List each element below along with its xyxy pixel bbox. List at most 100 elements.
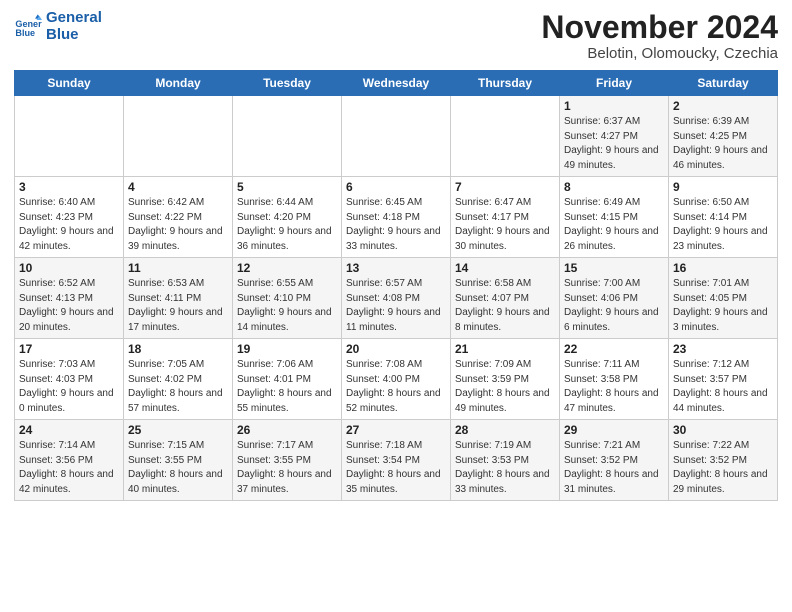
- calendar-cell: 28 Sunrise: 7:19 AM Sunset: 3:53 PM Dayli…: [451, 420, 560, 501]
- calendar-cell: 26 Sunrise: 7:17 AM Sunset: 3:55 PM Dayli…: [233, 420, 342, 501]
- calendar-cell: 21 Sunrise: 7:09 AM Sunset: 3:59 PM Dayli…: [451, 339, 560, 420]
- day-number: 19: [237, 342, 337, 356]
- day-number: 3: [19, 180, 119, 194]
- calendar-week-row: 1Sunrise: 6:37 AM Sunset: 4:27 PM Daylig…: [15, 96, 778, 177]
- calendar-week-row: 10Sunrise: 6:52 AM Sunset: 4:13 PM Dayli…: [15, 258, 778, 339]
- day-info: Sunrise: 7:01 AM Sunset: 4:05 PM Dayligh…: [673, 277, 773, 335]
- calendar-cell: 8 Sunrise: 6:49 AM Sunset: 4:15 PM Daylig…: [560, 177, 669, 258]
- calendar-cell: [124, 96, 233, 177]
- calendar-cell: 1Sunrise: 6:37 AM Sunset: 4:27 PM Daylig…: [560, 96, 669, 177]
- title-area: November 2024 Belotin, Olomoucky, Czechi…: [541, 10, 778, 62]
- calendar-cell: 25 Sunrise: 7:15 AM Sunset: 3:55 PM Dayli…: [124, 420, 233, 501]
- calendar-cell: [451, 96, 560, 177]
- calendar-week-row: 24Sunrise: 7:14 AM Sunset: 3:56 PM Dayli…: [15, 420, 778, 501]
- weekday-header-wednesday: Wednesday: [342, 71, 451, 96]
- day-info: Sunrise: 6:42 AM Sunset: 4:22 PM Dayligh…: [128, 196, 228, 254]
- day-number: 25: [128, 423, 228, 437]
- day-number: 20: [346, 342, 446, 356]
- calendar-cell: 6 Sunrise: 6:45 AM Sunset: 4:18 PM Daylig…: [342, 177, 451, 258]
- calendar-cell: 7 Sunrise: 6:47 AM Sunset: 4:17 PM Daylig…: [451, 177, 560, 258]
- day-info: Sunrise: 7:08 AM Sunset: 4:00 PM Dayligh…: [346, 358, 446, 416]
- day-number: 8: [564, 180, 664, 194]
- day-number: 4: [128, 180, 228, 194]
- day-number: 9: [673, 180, 773, 194]
- calendar-cell: 10Sunrise: 6:52 AM Sunset: 4:13 PM Dayli…: [15, 258, 124, 339]
- day-info: Sunrise: 6:55 AM Sunset: 4:10 PM Dayligh…: [237, 277, 337, 335]
- weekday-header-row: SundayMondayTuesdayWednesdayThursdayFrid…: [15, 71, 778, 96]
- day-info: Sunrise: 6:45 AM Sunset: 4:18 PM Dayligh…: [346, 196, 446, 254]
- calendar-cell: 17 Sunrise: 7:03 AM Sunset: 4:03 PM Dayli…: [15, 339, 124, 420]
- day-number: 2: [673, 99, 773, 113]
- day-number: 6: [346, 180, 446, 194]
- day-number: 26: [237, 423, 337, 437]
- day-info: Sunrise: 6:40 AM Sunset: 4:23 PM Dayligh…: [19, 196, 119, 254]
- calendar-cell: [342, 96, 451, 177]
- day-info: Sunrise: 7:15 AM Sunset: 3:55 PM Dayligh…: [128, 439, 228, 497]
- calendar-cell: [15, 96, 124, 177]
- day-info: Sunrise: 7:19 AM Sunset: 3:53 PM Dayligh…: [455, 439, 555, 497]
- day-info: Sunrise: 7:21 AM Sunset: 3:52 PM Dayligh…: [564, 439, 664, 497]
- calendar-subtitle: Belotin, Olomoucky, Czechia: [541, 45, 778, 62]
- day-info: Sunrise: 6:53 AM Sunset: 4:11 PM Dayligh…: [128, 277, 228, 335]
- day-info: Sunrise: 6:57 AM Sunset: 4:08 PM Dayligh…: [346, 277, 446, 335]
- day-info: Sunrise: 7:06 AM Sunset: 4:01 PM Dayligh…: [237, 358, 337, 416]
- calendar-cell: 13 Sunrise: 6:57 AM Sunset: 4:08 PM Dayli…: [342, 258, 451, 339]
- logo-line2: Blue: [46, 27, 102, 44]
- day-number: 7: [455, 180, 555, 194]
- calendar-cell: [233, 96, 342, 177]
- calendar-cell: 4 Sunrise: 6:42 AM Sunset: 4:22 PM Daylig…: [124, 177, 233, 258]
- day-info: Sunrise: 7:17 AM Sunset: 3:55 PM Dayligh…: [237, 439, 337, 497]
- calendar-cell: 11 Sunrise: 6:53 AM Sunset: 4:11 PM Dayli…: [124, 258, 233, 339]
- header: General Blue General Blue November 2024 …: [14, 10, 778, 62]
- day-number: 16: [673, 261, 773, 275]
- calendar-cell: 19 Sunrise: 7:06 AM Sunset: 4:01 PM Dayli…: [233, 339, 342, 420]
- weekday-header-saturday: Saturday: [669, 71, 778, 96]
- day-info: Sunrise: 6:49 AM Sunset: 4:15 PM Dayligh…: [564, 196, 664, 254]
- calendar-title: November 2024: [541, 10, 778, 45]
- svg-text:Blue: Blue: [15, 28, 35, 38]
- weekday-header-thursday: Thursday: [451, 71, 560, 96]
- day-info: Sunrise: 7:09 AM Sunset: 3:59 PM Dayligh…: [455, 358, 555, 416]
- weekday-header-monday: Monday: [124, 71, 233, 96]
- day-number: 5: [237, 180, 337, 194]
- calendar-cell: 2 Sunrise: 6:39 AM Sunset: 4:25 PM Daylig…: [669, 96, 778, 177]
- day-number: 17: [19, 342, 119, 356]
- logo-icon: General Blue: [14, 13, 42, 41]
- calendar-cell: 5 Sunrise: 6:44 AM Sunset: 4:20 PM Daylig…: [233, 177, 342, 258]
- calendar-week-row: 3 Sunrise: 6:40 AM Sunset: 4:23 PM Daylig…: [15, 177, 778, 258]
- calendar-cell: 12Sunrise: 6:55 AM Sunset: 4:10 PM Dayli…: [233, 258, 342, 339]
- calendar-table: SundayMondayTuesdayWednesdayThursdayFrid…: [14, 70, 778, 501]
- day-number: 13: [346, 261, 446, 275]
- day-info: Sunrise: 6:37 AM Sunset: 4:27 PM Dayligh…: [564, 115, 664, 173]
- calendar-cell: 20 Sunrise: 7:08 AM Sunset: 4:00 PM Dayli…: [342, 339, 451, 420]
- day-info: Sunrise: 7:18 AM Sunset: 3:54 PM Dayligh…: [346, 439, 446, 497]
- logo: General Blue General Blue: [14, 10, 102, 43]
- day-info: Sunrise: 7:03 AM Sunset: 4:03 PM Dayligh…: [19, 358, 119, 416]
- weekday-header-tuesday: Tuesday: [233, 71, 342, 96]
- page-container: General Blue General Blue November 2024 …: [0, 0, 792, 511]
- day-info: Sunrise: 7:05 AM Sunset: 4:02 PM Dayligh…: [128, 358, 228, 416]
- day-number: 30: [673, 423, 773, 437]
- calendar-cell: 27 Sunrise: 7:18 AM Sunset: 3:54 PM Dayli…: [342, 420, 451, 501]
- day-info: Sunrise: 6:44 AM Sunset: 4:20 PM Dayligh…: [237, 196, 337, 254]
- calendar-cell: 30 Sunrise: 7:22 AM Sunset: 3:52 PM Dayli…: [669, 420, 778, 501]
- day-number: 22: [564, 342, 664, 356]
- calendar-cell: 18Sunrise: 7:05 AM Sunset: 4:02 PM Dayli…: [124, 339, 233, 420]
- day-info: Sunrise: 6:47 AM Sunset: 4:17 PM Dayligh…: [455, 196, 555, 254]
- day-number: 27: [346, 423, 446, 437]
- day-info: Sunrise: 6:52 AM Sunset: 4:13 PM Dayligh…: [19, 277, 119, 335]
- day-number: 28: [455, 423, 555, 437]
- logo-line1: General: [46, 10, 102, 27]
- calendar-cell: 9Sunrise: 6:50 AM Sunset: 4:14 PM Daylig…: [669, 177, 778, 258]
- day-info: Sunrise: 7:12 AM Sunset: 3:57 PM Dayligh…: [673, 358, 773, 416]
- day-info: Sunrise: 7:22 AM Sunset: 3:52 PM Dayligh…: [673, 439, 773, 497]
- day-number: 11: [128, 261, 228, 275]
- calendar-cell: 15Sunrise: 7:00 AM Sunset: 4:06 PM Dayli…: [560, 258, 669, 339]
- calendar-cell: 16 Sunrise: 7:01 AM Sunset: 4:05 PM Dayli…: [669, 258, 778, 339]
- day-info: Sunrise: 6:39 AM Sunset: 4:25 PM Dayligh…: [673, 115, 773, 173]
- calendar-cell: 24Sunrise: 7:14 AM Sunset: 3:56 PM Dayli…: [15, 420, 124, 501]
- calendar-cell: 22Sunrise: 7:11 AM Sunset: 3:58 PM Dayli…: [560, 339, 669, 420]
- weekday-header-sunday: Sunday: [15, 71, 124, 96]
- day-number: 21: [455, 342, 555, 356]
- calendar-cell: 14Sunrise: 6:58 AM Sunset: 4:07 PM Dayli…: [451, 258, 560, 339]
